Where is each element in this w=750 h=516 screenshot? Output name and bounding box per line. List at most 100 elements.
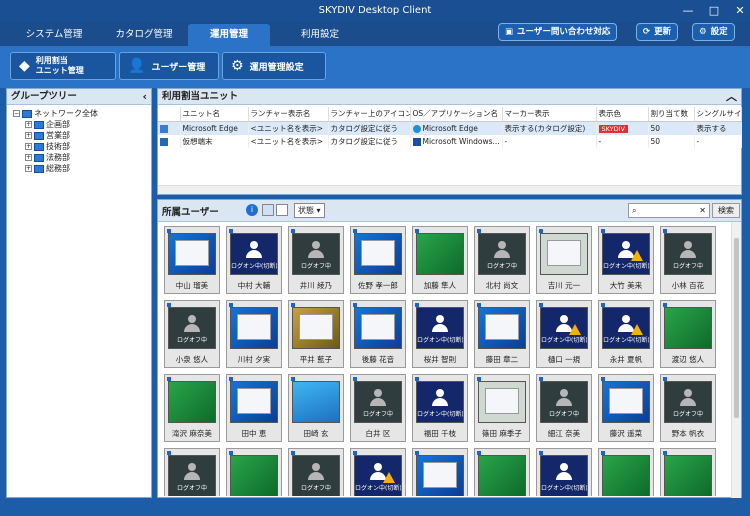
user-card[interactable]: 篠田 麻季子 xyxy=(474,374,530,442)
collapse-icon[interactable]: − xyxy=(13,110,20,117)
column-header[interactable]: マーカー表示 xyxy=(502,107,597,122)
status-filter[interactable]: 状態 ▾ xyxy=(294,203,325,218)
user-card[interactable]: ログオフ中 小林 百花 xyxy=(660,226,716,294)
user-card[interactable]: ログオフ中 白井 区 xyxy=(350,374,406,442)
tree-item-label: 総務部 xyxy=(46,164,70,173)
app-window-preview xyxy=(361,240,395,266)
scroll-thumb[interactable] xyxy=(734,238,739,418)
column-header[interactable]: シングルサイン xyxy=(694,107,742,122)
table-cell: SKYDIV xyxy=(596,121,649,135)
search-input[interactable]: ⌕ ✕ xyxy=(628,203,710,218)
user-card[interactable]: ログオフ中 細江 奈美 xyxy=(536,374,592,442)
column-header[interactable]: ユニット名 xyxy=(180,107,249,122)
tab-operation[interactable]: 運用管理 xyxy=(188,24,270,46)
expand-icon[interactable]: + xyxy=(25,154,32,161)
table-cell: 表示する(カタログ設定) xyxy=(502,121,597,135)
tab-catalog[interactable]: カタログ管理 xyxy=(100,24,188,46)
column-header[interactable]: OS／アプリケーション名 xyxy=(410,107,503,122)
user-card[interactable]: ログオフ中 小泉 悠人 xyxy=(164,300,220,368)
user-card[interactable]: ログオン中(切断) 大竹 美来 xyxy=(598,226,654,294)
tree-item[interactable]: + 技術部 xyxy=(13,141,151,152)
user-panel: 所属ユーザー i 状態 ▾ ⌕ ✕ 検索 中山 瑠美 ログオン中(切断) 中村 大輔ロ… xyxy=(157,199,742,498)
column-header[interactable]: ランチャー表示名 xyxy=(248,107,329,122)
user-card[interactable]: 中山 瑠美 xyxy=(164,226,220,294)
tree-root-label: ネットワーク全体 xyxy=(34,109,98,118)
tile-view-icon[interactable] xyxy=(262,204,274,216)
user-card[interactable]: ログオフ中 北村 尚文 xyxy=(474,226,530,294)
user-card[interactable]: 田中 恵 xyxy=(226,374,282,442)
user-card[interactable]: 藤田 章二 xyxy=(474,300,530,368)
table-row[interactable]: 仮想端末 <ユニット名を表示> カタログ設定に従う Microsoft Wind… xyxy=(158,134,742,148)
settings-button[interactable]: ⚙ 設定 xyxy=(692,23,735,41)
settings-label: 設定 xyxy=(710,27,728,37)
tab-system[interactable]: システム管理 xyxy=(10,24,98,46)
minimize-icon[interactable]: — xyxy=(682,0,694,22)
user-card[interactable]: ログオン中(切断) 桜井 智則 xyxy=(412,300,468,368)
user-name: 佐野 孝一郎 xyxy=(358,281,398,290)
maximize-icon[interactable]: □ xyxy=(708,0,720,22)
user-card[interactable]: ログオン中(切断) 中村 大輔 xyxy=(226,226,282,294)
chevron-left-icon[interactable]: ‹ xyxy=(142,89,147,105)
refresh-label: 更新 xyxy=(654,27,672,37)
user-card[interactable]: ログオン中(切断) xyxy=(536,448,592,496)
user-card[interactable]: ログオン中(切断) 樋口 一規 xyxy=(536,300,592,368)
refresh-button[interactable]: ⟳ 更新 xyxy=(636,23,679,41)
user-card[interactable]: ログオン中(切断) xyxy=(350,448,406,496)
unit-management-button[interactable]: ◆ 利用割当 ユニット管理 xyxy=(10,52,116,80)
user-card[interactable]: 加藤 隼人 xyxy=(412,226,468,294)
user-name: 渡辺 悠人 xyxy=(671,355,705,364)
list-view-icon[interactable] xyxy=(276,204,288,216)
user-card[interactable] xyxy=(226,448,282,496)
user-card[interactable]: 渡辺 悠人 xyxy=(660,300,716,368)
session-status: ログオン中(切断) xyxy=(603,337,650,344)
user-card[interactable] xyxy=(660,448,716,496)
user-card[interactable]: ログオフ中 井川 綾乃 xyxy=(288,226,344,294)
edge-icon xyxy=(412,124,421,133)
app-window-preview xyxy=(547,240,581,266)
unit-management-label: 利用割当 ユニット管理 xyxy=(35,56,84,75)
expand-icon[interactable]: + xyxy=(25,165,32,172)
tree-root[interactable]: − ネットワーク全体 xyxy=(13,108,151,119)
contact-button[interactable]: ▣ ユーザー問い合わせ対応 xyxy=(498,23,618,41)
screen-thumbnail xyxy=(230,307,278,349)
close-icon[interactable]: ✕ xyxy=(734,0,746,22)
operation-settings-button[interactable]: ⚙ 運用管理設定 xyxy=(222,52,326,80)
user-card[interactable] xyxy=(412,448,468,496)
user-card[interactable]: 佐野 孝一郎 xyxy=(350,226,406,294)
user-card[interactable]: 吉川 元一 xyxy=(536,226,592,294)
column-header[interactable]: 割り当て数 xyxy=(648,107,695,122)
info-icon[interactable]: i xyxy=(246,204,258,216)
expand-icon[interactable]: + xyxy=(25,132,32,139)
tab-usage[interactable]: 利用設定 xyxy=(276,24,364,46)
vertical-scrollbar[interactable] xyxy=(731,222,741,498)
user-card[interactable]: ログオフ中 xyxy=(288,448,344,496)
user-card[interactable]: 平井 藍子 xyxy=(288,300,344,368)
user-card[interactable] xyxy=(598,448,654,496)
user-card[interactable]: 藤沢 遥菜 xyxy=(598,374,654,442)
expand-icon[interactable]: + xyxy=(25,143,32,150)
tree-item[interactable]: + 法務部 xyxy=(13,152,151,163)
user-card[interactable]: ログオフ中 野本 帆衣 xyxy=(660,374,716,442)
column-header[interactable]: ランチャー上のアイコン xyxy=(328,107,411,122)
user-card[interactable]: 田崎 玄 xyxy=(288,374,344,442)
user-management-button[interactable]: 👤 ユーザー管理 xyxy=(119,52,219,80)
table-row[interactable]: Microsoft Edge <ユニット名を表示> カタログ設定に従う Micr… xyxy=(158,121,742,135)
user-card[interactable]: 川村 夕実 xyxy=(226,300,282,368)
user-card[interactable]: 滝沢 麻奈美 xyxy=(164,374,220,442)
user-avatar-icon xyxy=(430,389,450,407)
tree-item[interactable]: + 営業部 xyxy=(13,130,151,141)
column-header[interactable]: 表示色 xyxy=(596,107,649,122)
expand-icon[interactable]: + xyxy=(25,121,32,128)
horizontal-scrollbar[interactable] xyxy=(158,185,741,194)
user-card[interactable] xyxy=(474,448,530,496)
tree-item[interactable]: + 総務部 xyxy=(13,163,151,174)
search-button[interactable]: 検索 xyxy=(712,203,740,218)
chevron-up-icon[interactable]: ︿ xyxy=(726,89,737,105)
user-card[interactable]: ログオフ中 xyxy=(164,448,220,496)
user-card[interactable]: ログオン中(切断) 永井 夏帆 xyxy=(598,300,654,368)
tree-item[interactable]: + 企画部 xyxy=(13,119,151,130)
user-card[interactable]: ログオン中(切断) 福田 千枝 xyxy=(412,374,468,442)
user-card[interactable]: 後藤 花音 xyxy=(350,300,406,368)
clear-icon[interactable]: ✕ xyxy=(699,204,706,217)
table-cell: <ユニット名を表示> xyxy=(248,134,329,148)
